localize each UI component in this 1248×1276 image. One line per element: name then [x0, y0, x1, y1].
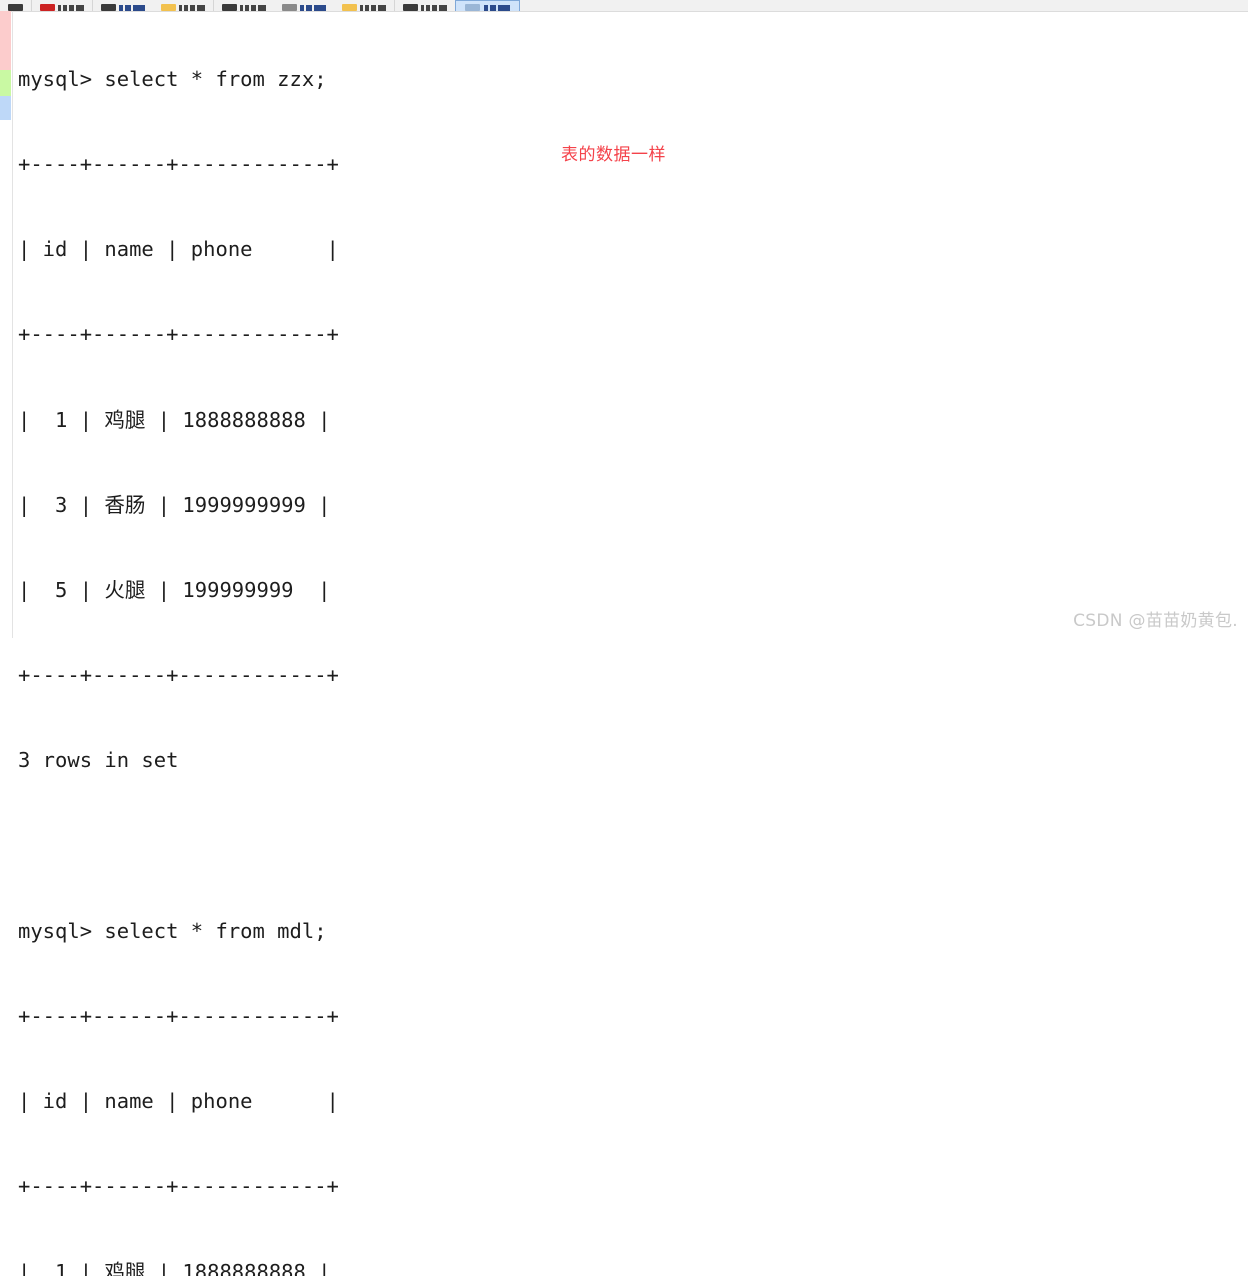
table-row: | 1 | 鸡腿 | 1888888888 | — [18, 407, 331, 432]
terminal-line: +----+------+------------+ — [18, 1004, 339, 1029]
terminal-line: +----+------+------------+ — [18, 152, 339, 177]
table-row: | 5 | 火腿 | 199999999 | — [18, 578, 331, 603]
content-left-rule — [12, 11, 13, 638]
marker-bar-green — [0, 70, 11, 96]
terminal-output[interactable]: mysql> select * from zzx; +----+------+-… — [18, 8, 1018, 1276]
marker-bar-pink — [0, 11, 11, 70]
annotation-text: 表的数据一样 — [561, 145, 666, 165]
terminal-line: +----+------+------------+ — [18, 1174, 339, 1199]
result-status: 3 rows in set — [18, 748, 179, 773]
terminal-line: mysql> select * from zzx; — [18, 66, 327, 91]
left-marker-bars — [0, 11, 11, 120]
marker-bar-blue — [0, 96, 11, 120]
csdn-watermark: CSDN @苗苗奶黄包. — [1073, 611, 1238, 631]
terminal-line: +----+------+------------+ — [18, 663, 339, 688]
terminal-line: +----+------+------------+ — [18, 322, 339, 347]
terminal-line: | id | name | phone | — [18, 237, 339, 262]
table-row: | 1 | 鸡腿 | 1888888888 | — [18, 1259, 331, 1276]
terminal-line: mysql> select * from mdl; — [18, 918, 327, 943]
terminal-line: | id | name | phone | — [18, 1089, 339, 1114]
table-row: | 3 | 香肠 | 1999999999 | — [18, 492, 331, 517]
